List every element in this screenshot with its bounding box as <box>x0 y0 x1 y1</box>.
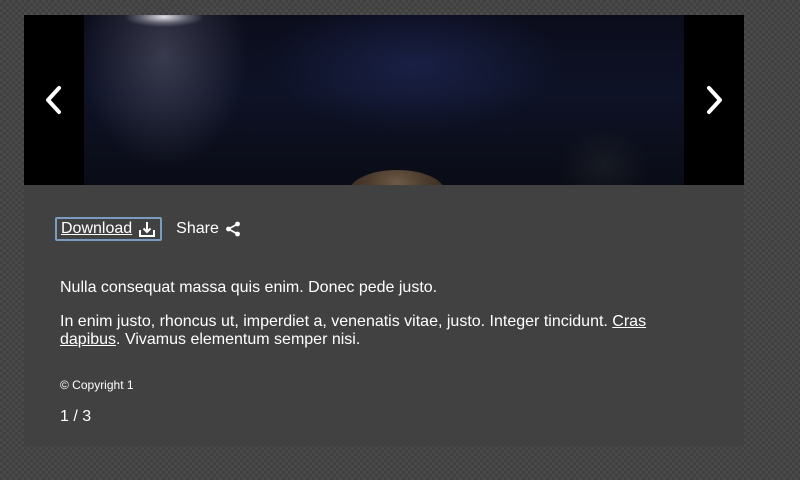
previous-button[interactable] <box>24 15 84 185</box>
slide-counter: 1 / 3 <box>60 408 92 425</box>
media-viewer <box>24 15 744 185</box>
download-button[interactable]: Download <box>55 217 163 241</box>
lightbox-toolbar: Download Share <box>55 216 241 242</box>
share-icon <box>225 221 240 237</box>
share-button[interactable]: Share <box>176 220 241 238</box>
share-label: Share <box>176 220 219 237</box>
image-caption: Nulla consequat massa quis enim. Donec p… <box>60 279 700 349</box>
lightbox-dialog: Download Share Nulla consequat massa qui… <box>24 15 744 446</box>
download-icon <box>139 222 156 237</box>
photo-subject <box>349 170 445 185</box>
next-button[interactable] <box>684 15 744 185</box>
caption-paragraph: Nulla consequat massa quis enim. Donec p… <box>60 279 438 296</box>
caption-paragraph: In enim justo, rhoncus ut, imperdiet a, … <box>60 313 700 349</box>
chevron-right-icon <box>707 86 722 114</box>
download-label: Download <box>61 220 133 237</box>
chevron-left-icon <box>46 86 61 114</box>
caption-text: . Vivamus elementum semper nisi. <box>116 331 361 348</box>
gallery-photo <box>84 15 684 185</box>
caption-text: In enim justo, rhoncus ut, imperdiet a, … <box>60 313 613 330</box>
copyright-notice: © Copyright 1 <box>60 378 134 392</box>
